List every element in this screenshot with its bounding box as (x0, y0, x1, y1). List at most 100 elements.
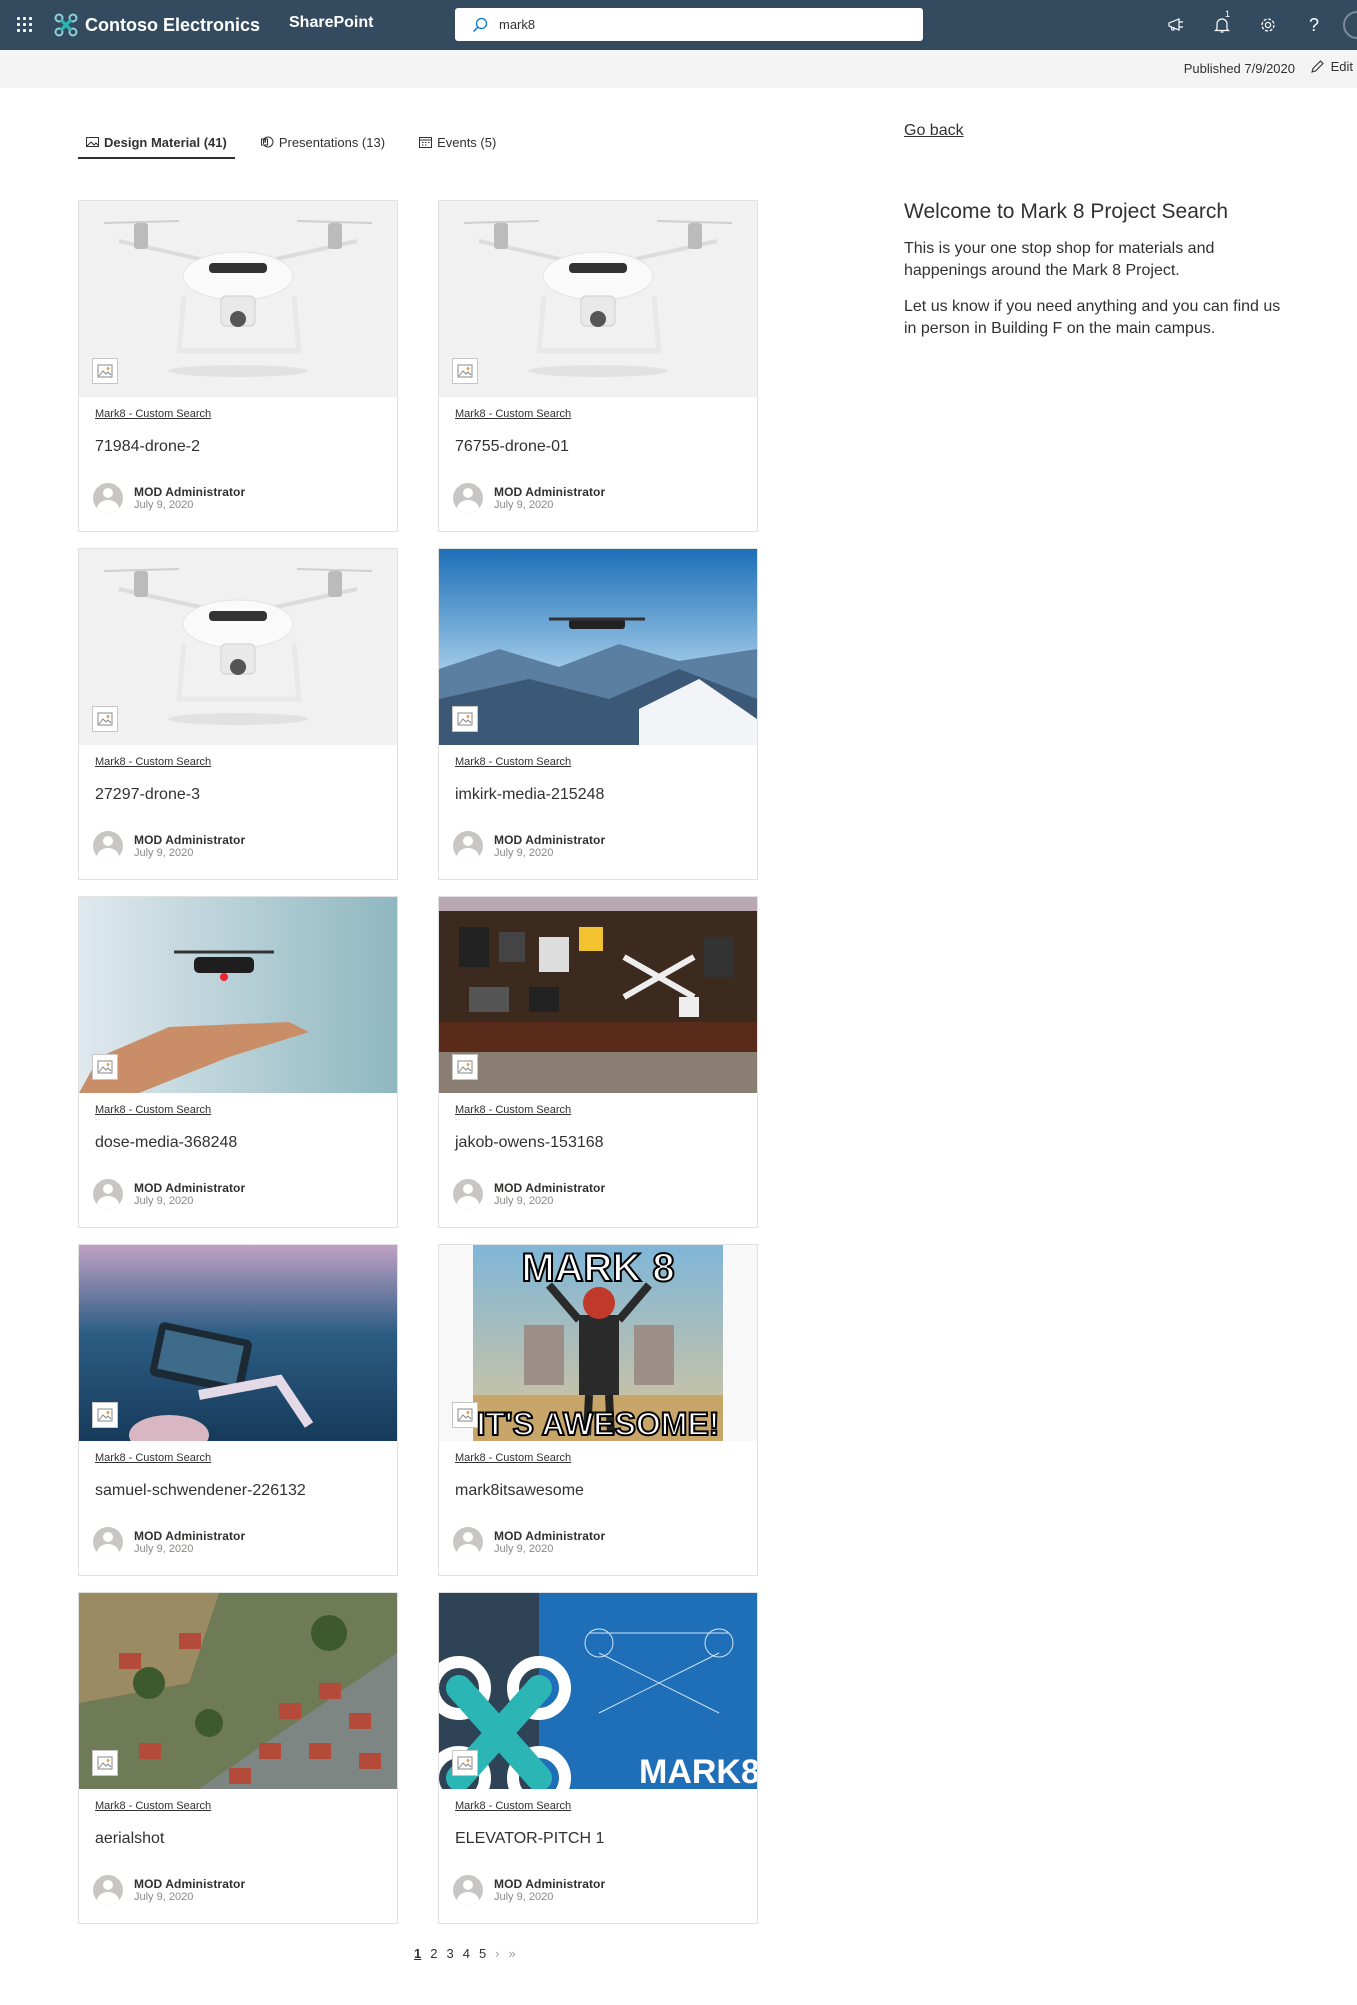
help-icon[interactable]: ? (1291, 0, 1337, 50)
tab-design-material[interactable]: Design Material (41) (78, 126, 235, 159)
tab-events[interactable]: Events (5) (411, 126, 504, 158)
result-title[interactable]: 76755-drone-01 (455, 438, 569, 456)
notification-count: 1 (1225, 9, 1231, 19)
result-date: July 9, 2020 (494, 847, 554, 859)
image-file-icon (92, 1402, 118, 1428)
brand-name: Contoso Electronics (85, 14, 261, 35)
last-page-icon[interactable]: » (509, 1946, 516, 1961)
result-thumbnail[interactable] (79, 1593, 397, 1789)
brand[interactable]: Contoso Electronics (54, 11, 260, 39)
result-source-link[interactable]: Mark8 - Custom Search (95, 1452, 211, 1464)
result-card[interactable]: MARK 8 IT'S AWESOME! Mark8 - Custom Search… (438, 1244, 758, 1576)
result-tabs: Design Material (41) Presentations (13) … (78, 126, 522, 159)
result-card[interactable]: Mark8 - Custom Search dose-media-368248 MO… (78, 896, 398, 1228)
powerpoint-icon (260, 136, 274, 148)
user-avatar[interactable] (1343, 11, 1357, 39)
result-source-link[interactable]: Mark8 - Custom Search (95, 1104, 211, 1116)
result-thumbnail[interactable] (79, 1245, 397, 1441)
image-file-icon (92, 1750, 118, 1776)
result-card[interactable]: MARK8 Mark8 - Custom Search ELEVATOR-PITCH… (438, 1592, 758, 1924)
result-thumbnail[interactable]: MARK8 (439, 1593, 757, 1789)
author-avatar (453, 483, 483, 513)
result-date: July 9, 2020 (494, 1543, 554, 1555)
result-card[interactable]: Mark8 - Custom Search 27297-drone-3 MOD Ad… (78, 548, 398, 880)
tab-label: Presentations (13) (278, 134, 386, 150)
search-box[interactable] (455, 8, 923, 41)
bell-icon[interactable]: 1 (1199, 0, 1245, 50)
result-card[interactable]: Mark8 - Custom Search aerialshot MOD Admin… (78, 1592, 398, 1924)
author-avatar (453, 1875, 483, 1905)
page-5[interactable]: 5 (479, 1946, 486, 1961)
result-thumbnail[interactable] (439, 897, 757, 1093)
result-date: July 9, 2020 (494, 499, 554, 511)
result-card[interactable]: Mark8 - Custom Search 71984-drone-2 MOD Ad… (78, 200, 398, 532)
result-source-link[interactable]: Mark8 - Custom Search (455, 1452, 571, 1464)
result-title[interactable]: 71984-drone-2 (95, 438, 200, 456)
result-title[interactable]: samuel-schwendener-226132 (95, 1482, 306, 1500)
result-card[interactable]: Mark8 - Custom Search jakob-owens-153168 M… (438, 896, 758, 1228)
go-back-link[interactable]: Go back (904, 122, 964, 140)
app-launcher-icon[interactable] (12, 12, 38, 38)
suite-bar: Contoso Electronics SharePoint 1 ? (0, 0, 1357, 50)
result-date: July 9, 2020 (134, 499, 194, 511)
result-source-link[interactable]: Mark8 - Custom Search (455, 1800, 571, 1812)
search-input[interactable] (499, 17, 899, 32)
welcome-paragraph-2: Let us know if you need anything and you… (904, 298, 1281, 337)
result-card[interactable]: Mark8 - Custom Search samuel-schwendener-… (78, 1244, 398, 1576)
author-avatar (93, 1527, 123, 1557)
megaphone-icon[interactable] (1153, 0, 1199, 50)
result-thumbnail[interactable] (439, 549, 757, 745)
result-title[interactable]: dose-media-368248 (95, 1134, 237, 1152)
result-title[interactable]: 27297-drone-3 (95, 786, 200, 804)
welcome-panel: Welcome to Mark 8 Project Search This is… (904, 200, 1294, 354)
welcome-title: Welcome to Mark 8 Project Search (904, 200, 1229, 223)
image-file-icon (452, 1054, 478, 1080)
author-name: MOD Administrator (134, 485, 246, 499)
result-card[interactable]: Mark8 - Custom Search 76755-drone-01 MOD A… (438, 200, 758, 532)
edit-label: Edit (1330, 59, 1353, 74)
result-source-link[interactable]: Mark8 - Custom Search (455, 1104, 571, 1116)
result-thumbnail[interactable]: MARK 8 IT'S AWESOME! (439, 1245, 757, 1441)
gear-icon[interactable] (1245, 0, 1291, 50)
result-thumbnail[interactable] (79, 201, 397, 397)
result-title[interactable]: aerialshot (95, 1830, 164, 1848)
result-thumbnail[interactable] (79, 549, 397, 745)
result-title[interactable]: jakob-owens-153168 (455, 1134, 604, 1152)
result-date: July 9, 2020 (134, 1891, 194, 1903)
result-thumbnail[interactable] (439, 201, 757, 397)
suite-actions: 1 ? (1153, 0, 1357, 50)
result-source-link[interactable]: Mark8 - Custom Search (455, 756, 571, 768)
published-date: Published 7/9/2020 (1183, 61, 1295, 76)
author-name: MOD Administrator (494, 485, 606, 499)
result-date: July 9, 2020 (494, 1891, 554, 1903)
result-date: July 9, 2020 (494, 1195, 554, 1207)
edit-button[interactable]: Edit (1310, 59, 1353, 74)
result-source-link[interactable]: Mark8 - Custom Search (95, 408, 211, 420)
brand-logo-icon (54, 13, 78, 37)
page-3[interactable]: 3 (446, 1946, 453, 1961)
result-title[interactable]: imkirk-media-215248 (455, 786, 604, 804)
result-title[interactable]: ELEVATOR-PITCH 1 (455, 1830, 604, 1848)
result-thumbnail[interactable] (79, 897, 397, 1093)
next-page-icon[interactable]: › (495, 1946, 499, 1961)
page-2[interactable]: 2 (430, 1946, 437, 1961)
result-title[interactable]: mark8itsawesome (455, 1482, 584, 1500)
author-name: MOD Administrator (494, 1181, 606, 1195)
result-author: MOD Administrator July 9, 2020 (453, 831, 605, 861)
page-1[interactable]: 1 (414, 1946, 421, 1961)
result-source-link[interactable]: Mark8 - Custom Search (455, 408, 571, 420)
author-name: MOD Administrator (494, 1877, 606, 1891)
author-name: MOD Administrator (494, 1529, 606, 1543)
result-author: MOD Administrator July 9, 2020 (93, 1527, 245, 1557)
result-source-link[interactable]: Mark8 - Custom Search (95, 1800, 211, 1812)
result-card[interactable]: Mark8 - Custom Search imkirk-media-215248… (438, 548, 758, 880)
result-author: MOD Administrator July 9, 2020 (453, 1179, 605, 1209)
result-source-link[interactable]: Mark8 - Custom Search (95, 756, 211, 768)
author-name: MOD Administrator (494, 833, 606, 847)
pagination: 1 2 3 4 5 › » (414, 1946, 525, 1961)
result-author: MOD Administrator July 9, 2020 (453, 1875, 605, 1905)
tab-presentations[interactable]: Presentations (13) (253, 126, 393, 158)
page-4[interactable]: 4 (463, 1946, 470, 1961)
app-name[interactable]: SharePoint (289, 14, 373, 32)
author-avatar (453, 831, 483, 861)
